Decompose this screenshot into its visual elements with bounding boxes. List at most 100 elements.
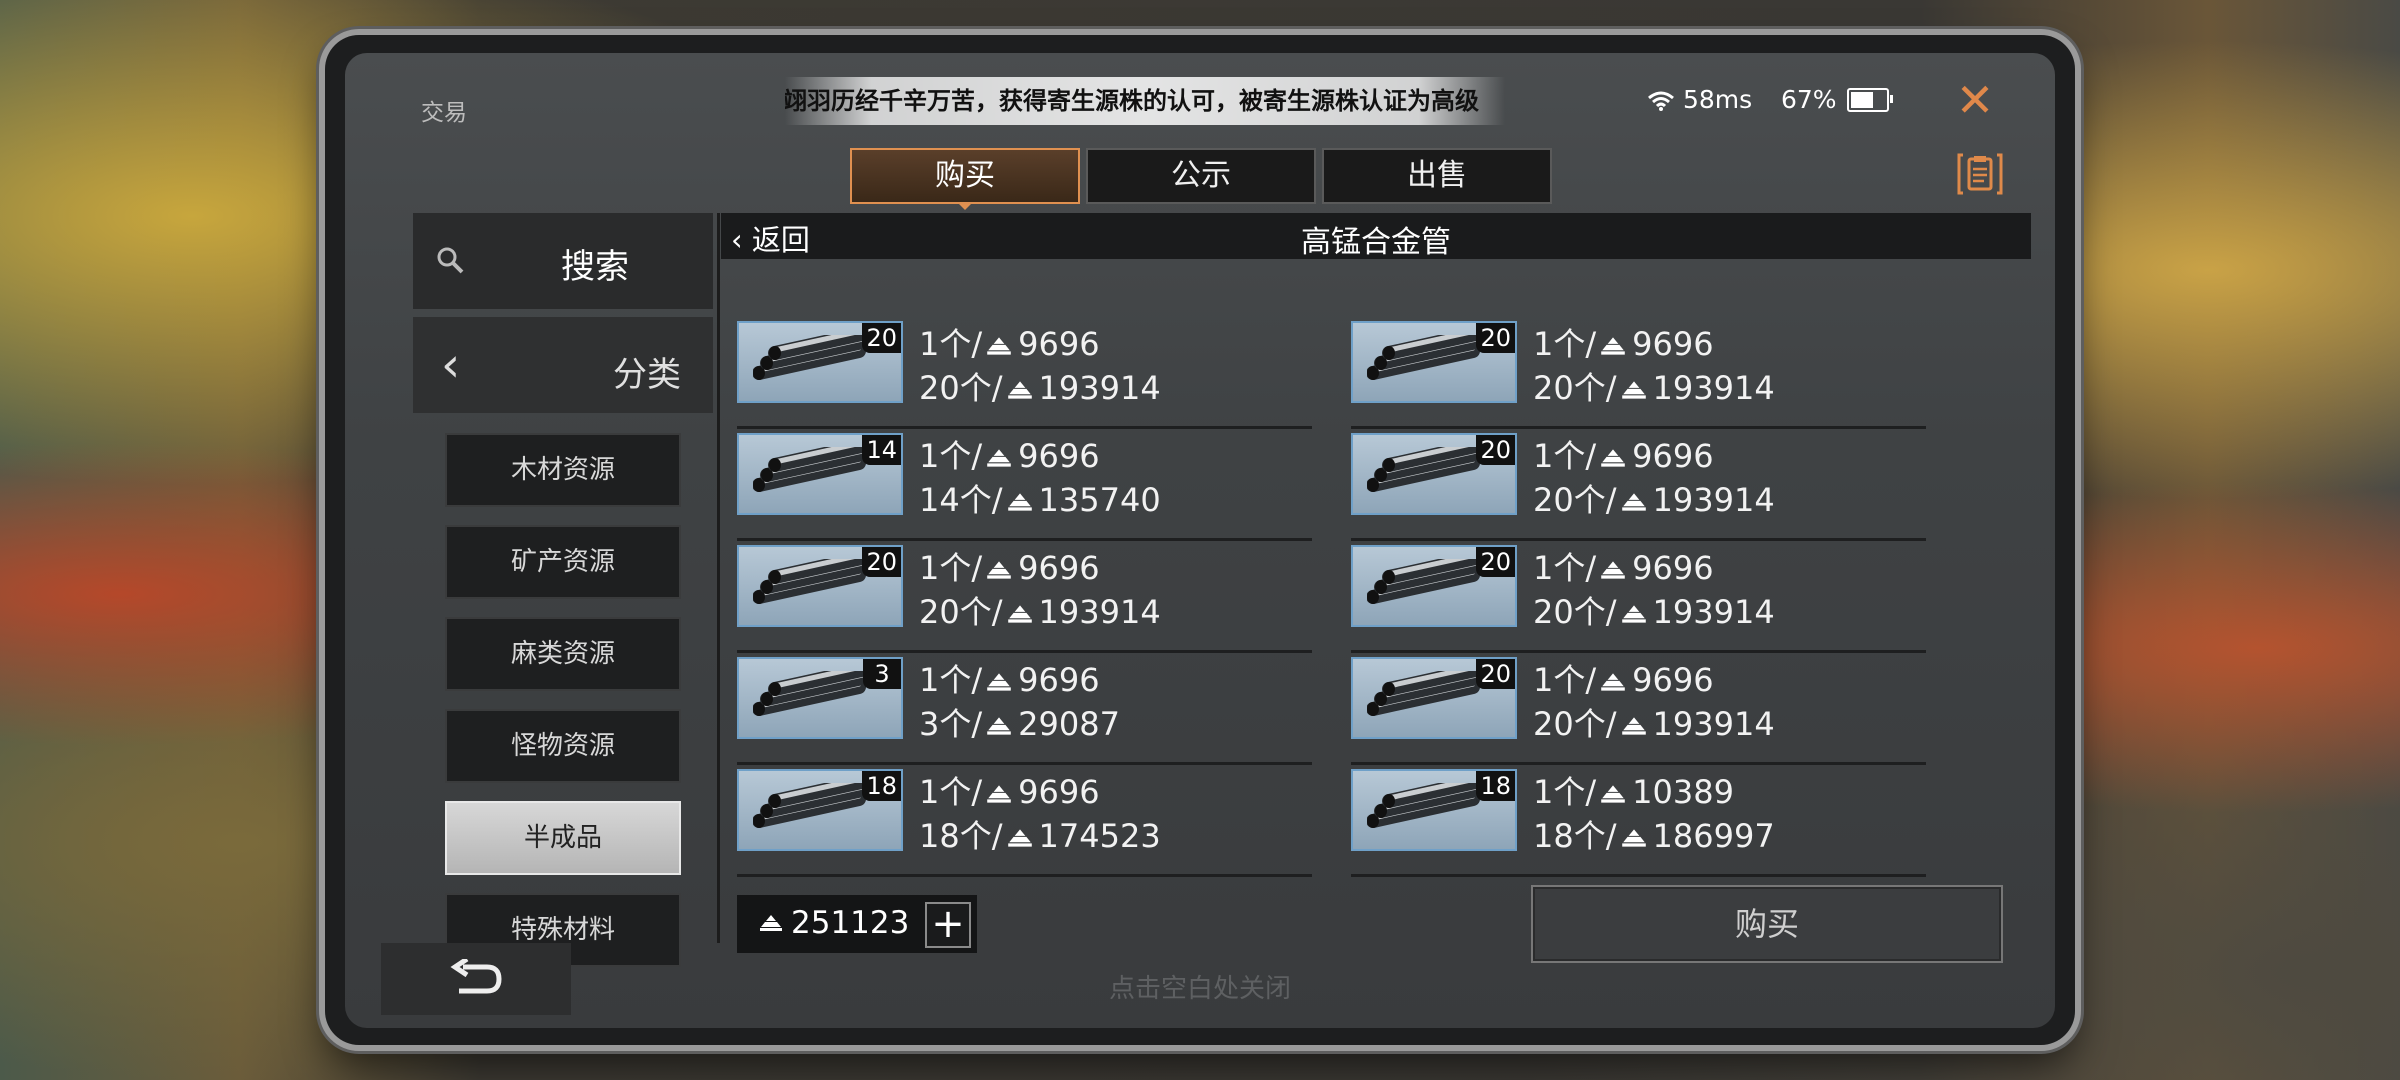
category-semi-finished[interactable]: 半成品 bbox=[445, 801, 681, 875]
item-thumbnail: 20 bbox=[1351, 433, 1517, 515]
total-label: 14个/ bbox=[919, 481, 1003, 519]
listing-row[interactable]: 20 1个/9696 20个/193914 bbox=[1351, 541, 1926, 653]
total-price: 18个/186997 bbox=[1533, 811, 1775, 859]
currency-icon bbox=[984, 705, 1014, 743]
total-price-value: 193914 bbox=[1038, 593, 1161, 631]
unit-price-value: 9696 bbox=[1632, 437, 1714, 475]
total-price: 14个/135740 bbox=[919, 475, 1161, 523]
unit-price: 1个/9696 bbox=[1533, 655, 1714, 703]
unit-price: 1个/9696 bbox=[919, 655, 1100, 703]
total-label: 18个/ bbox=[919, 817, 1003, 855]
status-bar: 交易 翊羽历经千辛万苦，获得寄生源株的认可，被寄生源株认证为高级 58ms 67… bbox=[345, 53, 2055, 126]
total-label: 20个/ bbox=[1533, 705, 1617, 743]
unit-label: 1个/ bbox=[919, 549, 983, 587]
listing-row[interactable]: 3 1个/9696 3个/29087 bbox=[737, 653, 1312, 765]
total-price-value: 193914 bbox=[1652, 593, 1775, 631]
unit-price-value: 9696 bbox=[1018, 437, 1100, 475]
currency-icon bbox=[1619, 369, 1649, 407]
back-label: 返回 bbox=[751, 223, 810, 257]
total-price-value: 135740 bbox=[1038, 481, 1161, 519]
buy-button[interactable]: 购买 bbox=[1531, 885, 2003, 963]
announcement-marquee: 翊羽历经千辛万苦，获得寄生源株的认可，被寄生源株认证为高级 bbox=[785, 77, 1505, 125]
unit-label: 1个/ bbox=[1533, 661, 1597, 699]
listing-row[interactable]: 20 1个/9696 20个/193914 bbox=[737, 541, 1312, 653]
unit-price-value: 9696 bbox=[1632, 325, 1714, 363]
battery-indicator: 67% bbox=[1781, 85, 1893, 114]
unit-price: 1个/9696 bbox=[919, 431, 1100, 479]
wifi-icon bbox=[1648, 91, 1674, 111]
quantity-badge: 3 bbox=[863, 659, 901, 689]
currency-icon bbox=[984, 325, 1014, 363]
item-thumbnail: 20 bbox=[737, 321, 903, 403]
unit-price-value: 9696 bbox=[1018, 661, 1100, 699]
total-price-value: 193914 bbox=[1652, 369, 1775, 407]
currency-icon bbox=[1005, 481, 1035, 519]
tab-sell[interactable]: 出售 bbox=[1322, 148, 1552, 204]
row-divider bbox=[737, 874, 1312, 877]
item-thumbnail: 14 bbox=[737, 433, 903, 515]
total-price: 3个/29087 bbox=[919, 699, 1120, 747]
currency-icon bbox=[984, 773, 1014, 811]
unit-price: 1个/9696 bbox=[1533, 319, 1714, 367]
quantity-badge: 20 bbox=[1476, 659, 1515, 689]
category-list: 木材资源 矿产资源 麻类资源 怪物资源 半成品 特殊材料 bbox=[445, 433, 681, 985]
total-price: 20个/193914 bbox=[1533, 699, 1775, 747]
item-thumbnail: 20 bbox=[1351, 545, 1517, 627]
listing-row[interactable]: 18 1个/10389 18个/186997 bbox=[1351, 765, 1926, 877]
total-label: 20个/ bbox=[919, 369, 1003, 407]
unit-price-value: 9696 bbox=[1018, 325, 1100, 363]
total-label: 18个/ bbox=[1533, 817, 1617, 855]
tab-publicity[interactable]: 公示 bbox=[1086, 148, 1316, 204]
unit-price: 1个/9696 bbox=[919, 767, 1100, 815]
currency-icon bbox=[1598, 437, 1628, 475]
trade-tabs: 购买 公示 出售 bbox=[850, 148, 1552, 210]
listing-row[interactable]: 18 1个/9696 18个/174523 bbox=[737, 765, 1312, 877]
sidebar-divider bbox=[717, 213, 720, 943]
tab-buy[interactable]: 购买 bbox=[850, 148, 1080, 210]
category-toggle[interactable]: ‹ 分类 bbox=[413, 317, 713, 413]
category-label: 分类 bbox=[613, 355, 681, 395]
quantity-badge: 20 bbox=[862, 323, 901, 353]
clipboard-icon[interactable] bbox=[1957, 151, 2003, 197]
category-hemp[interactable]: 麻类资源 bbox=[445, 617, 681, 691]
unit-label: 1个/ bbox=[1533, 325, 1597, 363]
unit-price-value: 10389 bbox=[1632, 773, 1734, 811]
category-monster[interactable]: 怪物资源 bbox=[445, 709, 681, 783]
listing-row[interactable]: 14 1个/9696 14个/135740 bbox=[737, 429, 1312, 541]
unit-label: 1个/ bbox=[919, 437, 983, 475]
chevron-left-icon: ‹ bbox=[731, 223, 743, 257]
currency-icon bbox=[984, 549, 1014, 587]
close-icon[interactable]: ✕ bbox=[1950, 75, 2000, 125]
currency-icon bbox=[1598, 549, 1628, 587]
listing-row[interactable]: 20 1个/9696 20个/193914 bbox=[1351, 653, 1926, 765]
currency-icon bbox=[1598, 661, 1628, 699]
search-button[interactable]: 搜索 bbox=[413, 213, 713, 309]
listing-row[interactable]: 20 1个/9696 20个/193914 bbox=[1351, 317, 1926, 429]
total-price-value: 193914 bbox=[1652, 481, 1775, 519]
listing-row[interactable]: 20 1个/9696 20个/193914 bbox=[737, 317, 1312, 429]
currency-icon bbox=[984, 437, 1014, 475]
total-price: 20个/193914 bbox=[919, 363, 1161, 411]
category-wood[interactable]: 木材资源 bbox=[445, 433, 681, 507]
unit-price-value: 9696 bbox=[1018, 773, 1100, 811]
add-currency-button[interactable]: + bbox=[925, 902, 971, 948]
unit-price: 1个/9696 bbox=[1533, 543, 1714, 591]
category-mineral[interactable]: 矿产资源 bbox=[445, 525, 681, 599]
item-title: 高锰合金管 bbox=[1301, 225, 1451, 260]
row-divider bbox=[1351, 874, 1926, 877]
total-price-value: 29087 bbox=[1018, 705, 1120, 743]
listing-row[interactable]: 20 1个/9696 20个/193914 bbox=[1351, 429, 1926, 541]
total-label: 20个/ bbox=[1533, 369, 1617, 407]
currency-icon bbox=[1005, 369, 1035, 407]
quantity-badge: 18 bbox=[862, 771, 901, 801]
quantity-badge: 20 bbox=[862, 547, 901, 577]
ping-value: 58ms bbox=[1682, 85, 1753, 114]
total-price: 18个/174523 bbox=[919, 811, 1161, 859]
total-price-value: 186997 bbox=[1652, 817, 1775, 855]
currency-icon bbox=[1619, 593, 1649, 631]
back-button[interactable]: ‹ 返回 bbox=[731, 217, 810, 259]
unit-price: 1个/10389 bbox=[1533, 767, 1734, 815]
unit-price-value: 9696 bbox=[1018, 549, 1100, 587]
total-label: 20个/ bbox=[1533, 481, 1617, 519]
quantity-badge: 14 bbox=[862, 435, 901, 465]
